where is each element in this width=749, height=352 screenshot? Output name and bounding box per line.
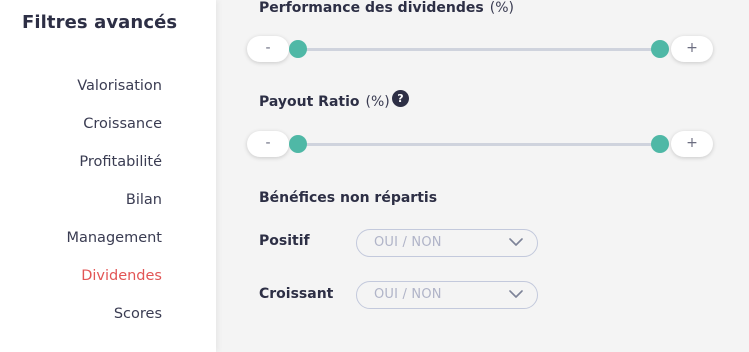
sidebar-title: Filtres avancés	[22, 12, 178, 33]
growing-select[interactable]: OUI / NON	[356, 281, 538, 309]
payout-ratio-unit: (%)	[365, 94, 390, 110]
dividend-performance-minus-button[interactable]: -	[247, 36, 289, 62]
sidebar-item-scores[interactable]: Scores	[114, 306, 162, 322]
help-icon[interactable]: ?	[392, 90, 409, 107]
positive-select-value: OUI / NON	[374, 235, 442, 250]
dividend-performance-min-handle[interactable]	[289, 40, 307, 58]
dividend-performance-plus-button[interactable]: +	[671, 36, 713, 62]
dividend-performance-slider-range	[298, 48, 660, 51]
positive-label: Positif	[259, 233, 310, 249]
dividend-performance-max-handle[interactable]	[651, 40, 669, 58]
growing-select-value: OUI / NON	[374, 287, 442, 302]
payout-ratio-max-handle[interactable]	[651, 135, 669, 153]
sidebar-item-management[interactable]: Management	[66, 230, 162, 246]
filters-panel: Performance des dividendes (%) - + Payout…	[216, 0, 749, 352]
payout-ratio-plus-button[interactable]: +	[671, 131, 713, 157]
payout-ratio-min-handle[interactable]	[289, 135, 307, 153]
dividend-performance-label: Performance des dividendes (%)	[259, 0, 514, 16]
payout-ratio-slider-track[interactable]	[289, 135, 669, 153]
payout-ratio-slider-range	[298, 143, 660, 146]
sidebar-item-bilan[interactable]: Bilan	[126, 192, 162, 208]
dividend-performance-unit: (%)	[489, 0, 514, 16]
dividend-performance-slider-track[interactable]	[289, 40, 669, 58]
sidebar-item-valorisation[interactable]: Valorisation	[77, 78, 162, 94]
payout-ratio-title: Payout Ratio	[259, 94, 360, 110]
sidebar-item-profitabilite[interactable]: Profitabilité	[79, 154, 162, 170]
sidebar-item-croissance[interactable]: Croissance	[83, 116, 162, 132]
growing-label: Croissant	[259, 286, 334, 302]
payout-ratio-label: Payout Ratio (%)	[259, 94, 390, 110]
sidebar: Filtres avancés Valorisation Croissance …	[0, 0, 216, 352]
sidebar-item-dividendes[interactable]: Dividendes	[81, 268, 162, 284]
payout-ratio-minus-button[interactable]: -	[247, 131, 289, 157]
positive-select[interactable]: OUI / NON	[356, 229, 538, 257]
retained-earnings-title: Bénéfices non répartis	[259, 190, 438, 206]
dividend-performance-title: Performance des dividendes	[259, 0, 484, 16]
chevron-down-icon	[509, 290, 523, 298]
chevron-down-icon	[509, 238, 523, 246]
